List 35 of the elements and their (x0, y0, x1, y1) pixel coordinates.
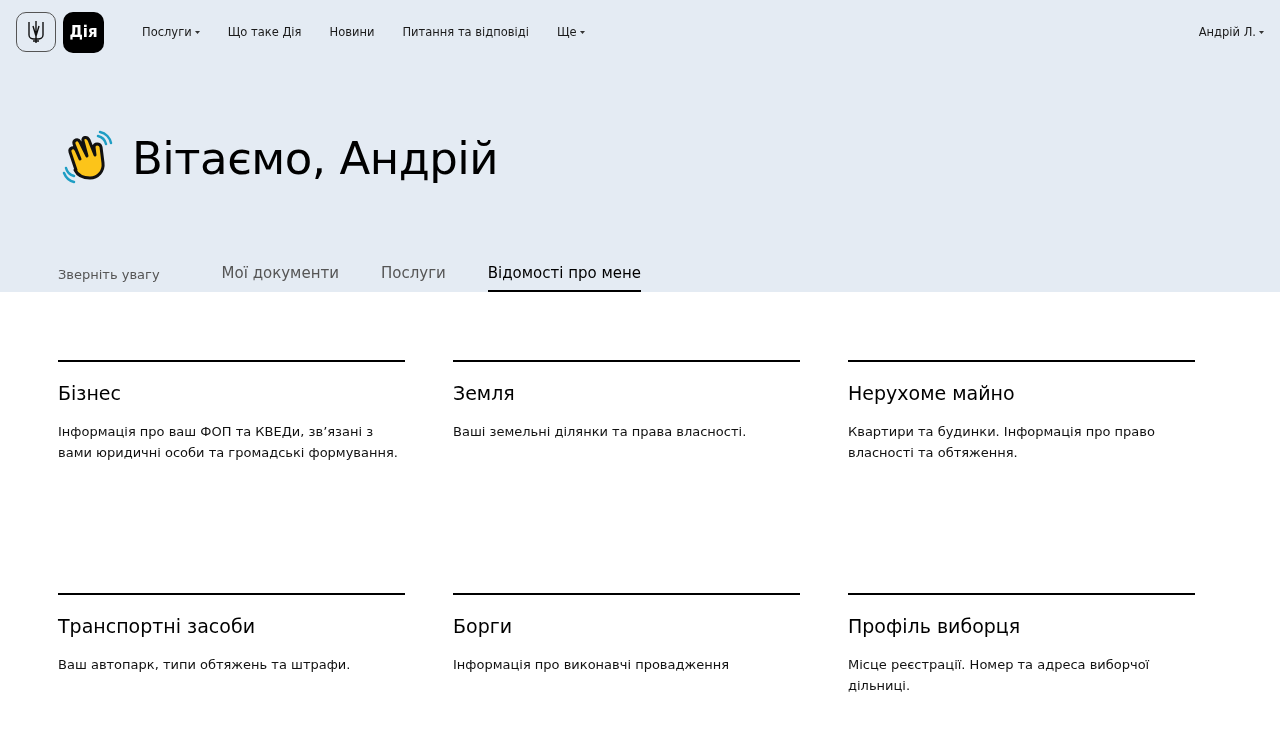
card-title: Нерухоме майно (848, 382, 1016, 404)
nav-link[interactable]: Що таке Дія (227, 25, 302, 39)
info-card[interactable]: Земля Ваші земельні ділянки та права власності. (453, 360, 800, 500)
info-card[interactable]: Профіль виборця Місце реєстрації. Номер та адреса виборчої дільниці. (848, 593, 1195, 733)
tab[interactable]: Зверніть увагу (58, 267, 160, 292)
dia-logo[interactable]: Дія (63, 11, 104, 53)
info-card[interactable]: Нерухоме майно Квартири та будинки. Інформація про право власності та обтяження. (848, 360, 1195, 500)
nav-link[interactable]: Питання та відповіді (402, 25, 529, 39)
nav-link[interactable]: Новини (329, 25, 375, 39)
greeting-title: Вітаємо, Андрій (132, 131, 499, 185)
card-title: Земля (453, 382, 516, 404)
card-description: Ваші земельні ділянки та права власності. (453, 423, 748, 441)
card-title: Борги (453, 615, 514, 637)
tab[interactable]: Послуги (380, 264, 446, 292)
trident-icon (27, 19, 45, 44)
info-card[interactable]: Борги Інформація про виконавчі провадження (453, 593, 800, 733)
card-description: Ваш автопарк, типи обтяжень та штрафи. (58, 656, 352, 674)
caret-icon (1259, 30, 1264, 34)
card-description: Інформація про виконавчі провадження (453, 656, 730, 674)
card-title: Бізнес (58, 382, 122, 404)
card-description: Місце реєстрації. Номер та адреса виборчої дільниці. (848, 656, 1151, 695)
trident-logo[interactable] (16, 11, 56, 52)
card-title: Профіль виборця (848, 615, 1022, 637)
nav-link[interactable]: Ще (556, 25, 585, 39)
card-description: Інформація про ваш ФОП та КВЕДи, зв’язані з вами юридичні особи та громадські формування. (58, 423, 399, 462)
info-card[interactable]: Транспортні засоби Ваш автопарк, типи обтяжень та штрафи. (58, 593, 405, 733)
tab[interactable]: Відомості про мене (487, 264, 642, 292)
card-title: Транспортні засоби (58, 615, 256, 637)
caret-icon (579, 30, 585, 34)
tab[interactable]: Мої документи (221, 264, 339, 292)
caret-icon (194, 30, 200, 34)
nav-link[interactable]: Послуги (142, 25, 200, 39)
user-menu[interactable]: Андрій Л. (1198, 25, 1264, 39)
info-card[interactable]: Бізнес Інформація про ваш ФОП та КВЕДи, зв’язані з вами юридичні особи та громадські формування. (58, 360, 405, 500)
card-description: Квартири та будинки. Інформація про право власності та обтяження. (848, 423, 1156, 462)
